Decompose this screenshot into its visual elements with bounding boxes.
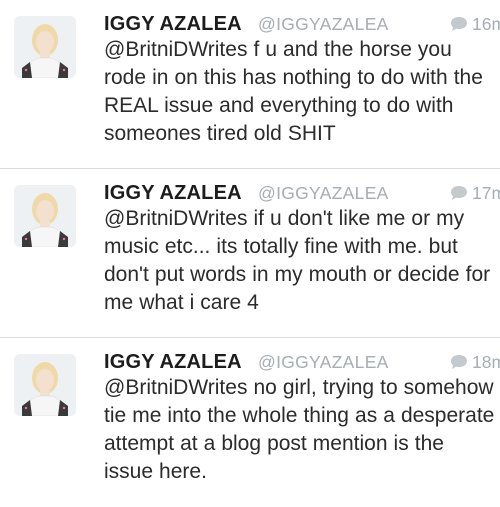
avatar[interactable] <box>14 16 76 78</box>
tweet-header: IGGY AZALEA @IGGYAZALEA 16m <box>104 8 500 38</box>
tweet-text: @BritniDWrites no girl, trying to someho… <box>104 376 495 483</box>
timestamp[interactable]: 18m <box>472 352 500 373</box>
display-name[interactable]: IGGY AZALEA <box>104 351 242 374</box>
tweet-item[interactable]: IGGY AZALEA @IGGYAZALEA 16m @BritniDWrit… <box>0 0 500 168</box>
user-handle[interactable]: @IGGYAZALEA <box>258 352 389 373</box>
tweet-timeline: IGGY AZALEA @IGGYAZALEA 16m @BritniDWrit… <box>0 0 500 507</box>
speech-bubble-icon <box>451 355 467 369</box>
timestamp[interactable]: 17m <box>472 183 500 204</box>
avatar-photo-icon <box>14 185 76 247</box>
avatar-photo-icon <box>14 16 76 78</box>
user-handle[interactable]: @IGGYAZALEA <box>258 183 389 204</box>
tweet-header: IGGY AZALEA @IGGYAZALEA 18m <box>104 346 500 376</box>
speech-bubble-icon <box>451 17 467 31</box>
tweet-text: @BritniDWrites if u don't like me or my … <box>104 207 491 314</box>
user-handle[interactable]: @IGGYAZALEA <box>258 14 389 35</box>
speech-bubble-icon <box>451 186 467 200</box>
display-name[interactable]: IGGY AZALEA <box>104 13 242 36</box>
timestamp[interactable]: 16m <box>472 14 500 35</box>
avatar-photo-icon <box>14 354 76 416</box>
tweet-item[interactable]: IGGY AZALEA @IGGYAZALEA 17m @BritniDWrit… <box>0 169 500 337</box>
tweet-text: @BritniDWrites f u and the horse you rod… <box>104 38 483 145</box>
display-name[interactable]: IGGY AZALEA <box>104 182 242 205</box>
avatar[interactable] <box>14 354 76 416</box>
tweet-item[interactable]: IGGY AZALEA @IGGYAZALEA 18m @BritniDWrit… <box>0 338 500 506</box>
tweet-header: IGGY AZALEA @IGGYAZALEA 17m <box>104 177 500 207</box>
avatar[interactable] <box>14 185 76 247</box>
